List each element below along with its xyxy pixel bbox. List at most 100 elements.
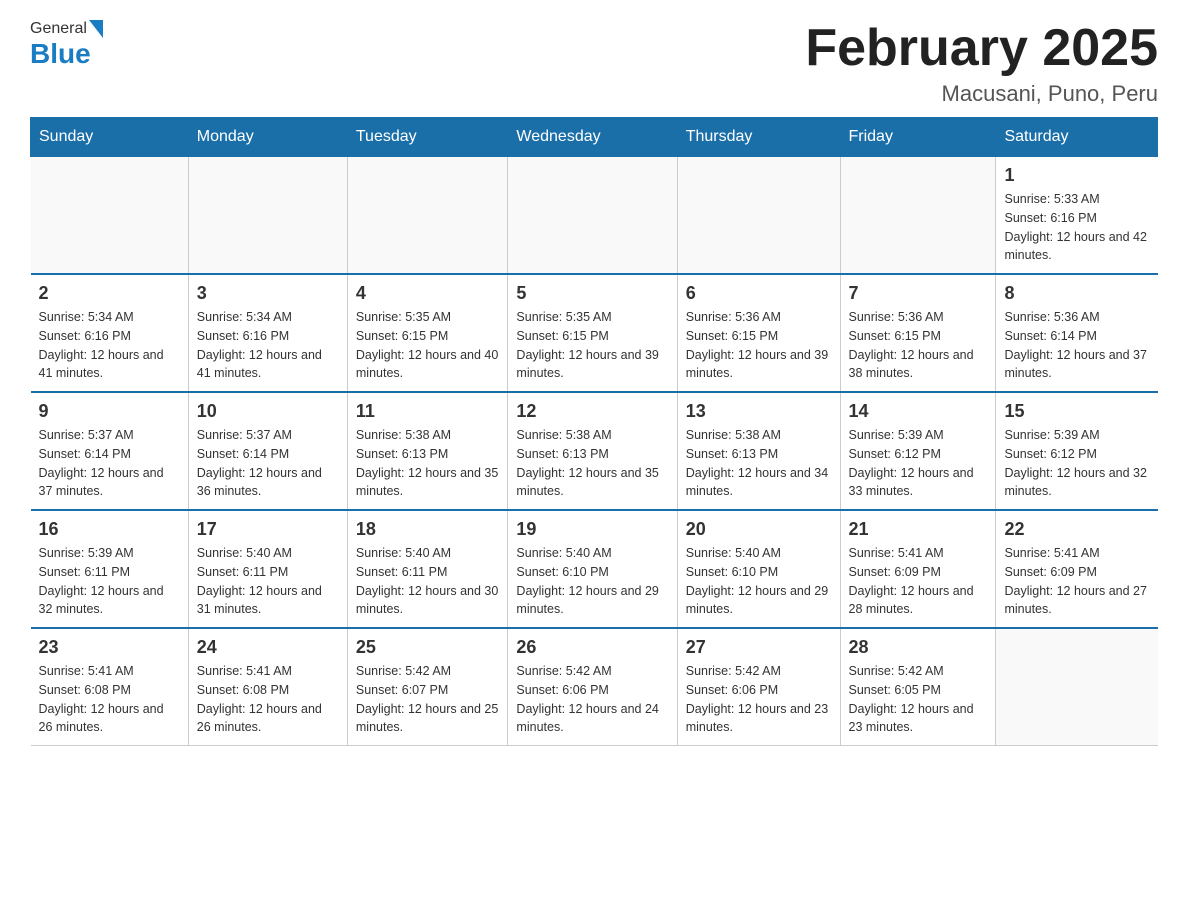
calendar-cell: 7 Sunrise: 5:36 AM Sunset: 6:15 PM Daylig… xyxy=(840,274,996,392)
week-row-2: 2 Sunrise: 5:34 AM Sunset: 6:16 PM Daylig… xyxy=(31,274,1158,392)
day-number: 26 xyxy=(516,637,668,658)
day-number: 11 xyxy=(356,401,500,422)
day-info: Sunrise: 5:41 AM Sunset: 6:08 PM Dayligh… xyxy=(197,662,339,737)
day-info: Sunrise: 5:34 AM Sunset: 6:16 PM Dayligh… xyxy=(39,308,180,383)
day-info: Sunrise: 5:40 AM Sunset: 6:11 PM Dayligh… xyxy=(197,544,339,619)
calendar-cell: 6 Sunrise: 5:36 AM Sunset: 6:15 PM Daylig… xyxy=(677,274,840,392)
day-info: Sunrise: 5:36 AM Sunset: 6:15 PM Dayligh… xyxy=(686,308,832,383)
calendar-cell: 8Sunrise: 5:36 AM Sunset: 6:14 PM Daylig… xyxy=(996,274,1158,392)
calendar-cell: 11Sunrise: 5:38 AM Sunset: 6:13 PM Dayli… xyxy=(347,392,508,510)
calendar-cell: 17Sunrise: 5:40 AM Sunset: 6:11 PM Dayli… xyxy=(188,510,347,628)
calendar-cell: 2 Sunrise: 5:34 AM Sunset: 6:16 PM Daylig… xyxy=(31,274,189,392)
day-number: 9 xyxy=(39,401,180,422)
day-info: Sunrise: 5:42 AM Sunset: 6:06 PM Dayligh… xyxy=(686,662,832,737)
day-number: 6 xyxy=(686,283,832,304)
calendar-cell: 26 Sunrise: 5:42 AM Sunset: 6:06 PM Dayli… xyxy=(508,628,677,746)
logo: General Blue xyxy=(30,20,105,70)
day-number: 7 xyxy=(849,283,988,304)
calendar-cell: 4 Sunrise: 5:35 AM Sunset: 6:15 PM Daylig… xyxy=(347,274,508,392)
day-info: Sunrise: 5:40 AM Sunset: 6:10 PM Dayligh… xyxy=(516,544,668,619)
day-number: 20 xyxy=(686,519,832,540)
day-number: 4 xyxy=(356,283,500,304)
day-info: Sunrise: 5:38 AM Sunset: 6:13 PM Dayligh… xyxy=(516,426,668,501)
day-info: Sunrise: 5:35 AM Sunset: 6:15 PM Dayligh… xyxy=(356,308,500,383)
day-info: Sunrise: 5:39 AM Sunset: 6:12 PM Dayligh… xyxy=(849,426,988,501)
day-number: 3 xyxy=(197,283,339,304)
calendar-cell: 22Sunrise: 5:41 AM Sunset: 6:09 PM Dayli… xyxy=(996,510,1158,628)
calendar-cell: 23 Sunrise: 5:41 AM Sunset: 6:08 PM Dayli… xyxy=(31,628,189,746)
day-info: Sunrise: 5:42 AM Sunset: 6:07 PM Dayligh… xyxy=(356,662,500,737)
calendar-cell: 3 Sunrise: 5:34 AM Sunset: 6:16 PM Daylig… xyxy=(188,274,347,392)
title-section: February 2025 Macusani, Puno, Peru xyxy=(805,20,1158,107)
day-info: Sunrise: 5:34 AM Sunset: 6:16 PM Dayligh… xyxy=(197,308,339,383)
calendar-cell xyxy=(31,157,189,275)
day-number: 8 xyxy=(1004,283,1149,304)
header-cell-friday: Friday xyxy=(840,118,996,157)
day-number: 21 xyxy=(849,519,988,540)
day-info: Sunrise: 5:41 AM Sunset: 6:08 PM Dayligh… xyxy=(39,662,180,737)
calendar-cell: 19 Sunrise: 5:40 AM Sunset: 6:10 PM Dayli… xyxy=(508,510,677,628)
header-cell-saturday: Saturday xyxy=(996,118,1158,157)
month-title: February 2025 xyxy=(805,20,1158,77)
calendar-cell: 1 Sunrise: 5:33 AM Sunset: 6:16 PM Daylig… xyxy=(996,157,1158,275)
calendar-cell: 24 Sunrise: 5:41 AM Sunset: 6:08 PM Dayli… xyxy=(188,628,347,746)
day-info: Sunrise: 5:37 AM Sunset: 6:14 PM Dayligh… xyxy=(39,426,180,501)
calendar-cell xyxy=(347,157,508,275)
day-info: Sunrise: 5:36 AM Sunset: 6:15 PM Dayligh… xyxy=(849,308,988,383)
day-number: 28 xyxy=(849,637,988,658)
day-number: 19 xyxy=(516,519,668,540)
day-info: Sunrise: 5:42 AM Sunset: 6:06 PM Dayligh… xyxy=(516,662,668,737)
header-cell-wednesday: Wednesday xyxy=(508,118,677,157)
day-number: 15 xyxy=(1004,401,1149,422)
calendar-cell xyxy=(996,628,1158,746)
day-info: Sunrise: 5:37 AM Sunset: 6:14 PM Dayligh… xyxy=(197,426,339,501)
calendar-cell: 20 Sunrise: 5:40 AM Sunset: 6:10 PM Dayli… xyxy=(677,510,840,628)
day-number: 5 xyxy=(516,283,668,304)
calendar-cell: 16 Sunrise: 5:39 AM Sunset: 6:11 PM Dayli… xyxy=(31,510,189,628)
day-info: Sunrise: 5:41 AM Sunset: 6:09 PM Dayligh… xyxy=(849,544,988,619)
calendar-cell: 15 Sunrise: 5:39 AM Sunset: 6:12 PM Dayli… xyxy=(996,392,1158,510)
day-number: 1 xyxy=(1004,165,1149,186)
calendar-header: SundayMondayTuesdayWednesdayThursdayFrid… xyxy=(31,118,1158,157)
day-info: Sunrise: 5:39 AM Sunset: 6:12 PM Dayligh… xyxy=(1004,426,1149,501)
day-info: Sunrise: 5:33 AM Sunset: 6:16 PM Dayligh… xyxy=(1004,190,1149,265)
week-row-4: 16 Sunrise: 5:39 AM Sunset: 6:11 PM Dayli… xyxy=(31,510,1158,628)
day-number: 24 xyxy=(197,637,339,658)
location-text: Macusani, Puno, Peru xyxy=(805,81,1158,107)
calendar-cell: 5Sunrise: 5:35 AM Sunset: 6:15 PM Daylig… xyxy=(508,274,677,392)
day-number: 23 xyxy=(39,637,180,658)
day-number: 27 xyxy=(686,637,832,658)
day-info: Sunrise: 5:40 AM Sunset: 6:10 PM Dayligh… xyxy=(686,544,832,619)
day-number: 12 xyxy=(516,401,668,422)
day-info: Sunrise: 5:40 AM Sunset: 6:11 PM Dayligh… xyxy=(356,544,500,619)
day-info: Sunrise: 5:38 AM Sunset: 6:13 PM Dayligh… xyxy=(686,426,832,501)
header-row: SundayMondayTuesdayWednesdayThursdayFrid… xyxy=(31,118,1158,157)
logo-general-text: General xyxy=(30,20,87,38)
logo-blue-text: Blue xyxy=(30,38,91,69)
calendar-cell: 25 Sunrise: 5:42 AM Sunset: 6:07 PM Dayli… xyxy=(347,628,508,746)
header-cell-thursday: Thursday xyxy=(677,118,840,157)
calendar-cell: 18 Sunrise: 5:40 AM Sunset: 6:11 PM Dayli… xyxy=(347,510,508,628)
calendar-cell xyxy=(840,157,996,275)
header-cell-monday: Monday xyxy=(188,118,347,157)
calendar-cell: 12 Sunrise: 5:38 AM Sunset: 6:13 PM Dayli… xyxy=(508,392,677,510)
calendar-cell xyxy=(508,157,677,275)
calendar-cell: 13 Sunrise: 5:38 AM Sunset: 6:13 PM Dayli… xyxy=(677,392,840,510)
page-header: General Blue February 2025 Macusani, Pun… xyxy=(30,20,1158,107)
header-cell-tuesday: Tuesday xyxy=(347,118,508,157)
calendar-cell: 28 Sunrise: 5:42 AM Sunset: 6:05 PM Dayli… xyxy=(840,628,996,746)
day-number: 2 xyxy=(39,283,180,304)
day-number: 18 xyxy=(356,519,500,540)
day-number: 25 xyxy=(356,637,500,658)
day-number: 14 xyxy=(849,401,988,422)
day-info: Sunrise: 5:39 AM Sunset: 6:11 PM Dayligh… xyxy=(39,544,180,619)
calendar-cell: 27 Sunrise: 5:42 AM Sunset: 6:06 PM Dayli… xyxy=(677,628,840,746)
calendar-cell: 9 Sunrise: 5:37 AM Sunset: 6:14 PM Daylig… xyxy=(31,392,189,510)
calendar-cell: 10Sunrise: 5:37 AM Sunset: 6:14 PM Dayli… xyxy=(188,392,347,510)
day-number: 22 xyxy=(1004,519,1149,540)
calendar-cell xyxy=(188,157,347,275)
day-number: 16 xyxy=(39,519,180,540)
day-number: 13 xyxy=(686,401,832,422)
day-info: Sunrise: 5:42 AM Sunset: 6:05 PM Dayligh… xyxy=(849,662,988,737)
calendar-cell xyxy=(677,157,840,275)
